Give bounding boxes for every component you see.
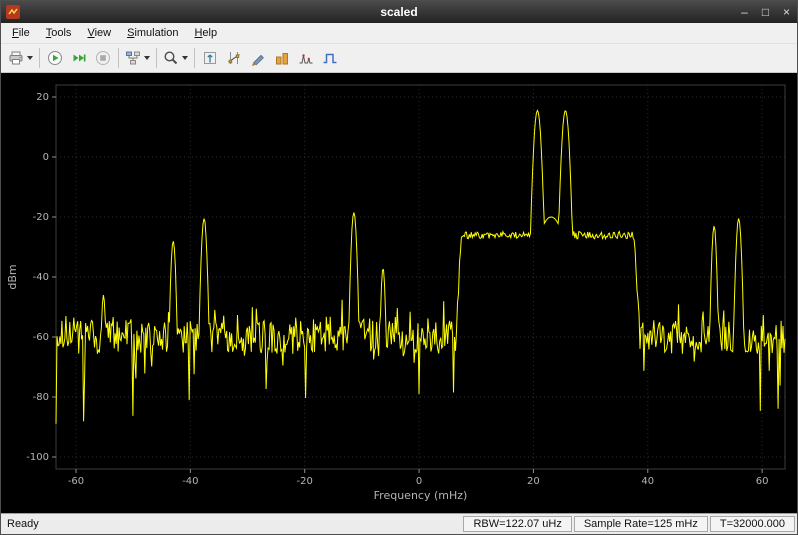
x-axis-label: Frequency (mHz) bbox=[374, 489, 468, 502]
stop-icon bbox=[95, 50, 111, 66]
zoom-button[interactable] bbox=[160, 46, 191, 70]
x-tick-label: -20 bbox=[297, 476, 313, 487]
channel-measurements-button[interactable] bbox=[270, 46, 294, 70]
menu-help[interactable]: Help bbox=[186, 24, 225, 42]
peak-finder-button[interactable] bbox=[246, 46, 270, 70]
orange-bars-icon bbox=[274, 50, 290, 66]
minimize-button[interactable]: – bbox=[734, 2, 755, 22]
statusbar: Ready RBW=122.07 uHz Sample Rate=125 mHz… bbox=[1, 513, 797, 534]
menu-file[interactable]: File bbox=[4, 24, 38, 42]
pencil-icon bbox=[250, 50, 266, 66]
scope-app-icon bbox=[6, 5, 20, 19]
menu-tools[interactable]: Tools bbox=[38, 24, 80, 42]
print-button[interactable] bbox=[5, 46, 36, 70]
y-tick-label: -80 bbox=[33, 392, 49, 403]
x-tick-label: -40 bbox=[182, 476, 198, 487]
printer-icon bbox=[8, 50, 24, 66]
menubar: File Tools View Simulation Help bbox=[1, 23, 797, 43]
status-rbw: RBW=122.07 uHz bbox=[463, 516, 571, 532]
axes-scaling-button[interactable] bbox=[198, 46, 222, 70]
run-button[interactable] bbox=[43, 46, 67, 70]
status-time: T=32000.000 bbox=[710, 516, 795, 532]
magnifier-icon bbox=[163, 50, 179, 66]
stop-button[interactable] bbox=[91, 46, 115, 70]
toolbar-separator bbox=[194, 48, 195, 68]
play-icon bbox=[47, 50, 63, 66]
menu-view[interactable]: View bbox=[79, 24, 119, 42]
dropdown-arrow-icon bbox=[144, 56, 150, 60]
toolbar-separator bbox=[39, 48, 40, 68]
y-tick-label: -40 bbox=[33, 272, 49, 283]
cursor-measurements-button[interactable] bbox=[222, 46, 246, 70]
y-tick-label: -100 bbox=[26, 452, 49, 463]
model-blocks-icon bbox=[125, 50, 141, 66]
x-tick-label: -60 bbox=[68, 476, 84, 487]
y-tick-label: 20 bbox=[36, 92, 49, 103]
spectral-mask-button[interactable] bbox=[318, 46, 342, 70]
toolbar-separator bbox=[118, 48, 119, 68]
y-axis-label: dBm bbox=[6, 264, 19, 289]
plot-area[interactable]: -60 -40 -20 0 20 40 60 20 0 -20 -40 -60 -80 -100 Frequ… bbox=[1, 73, 797, 513]
scale-axes-icon bbox=[202, 50, 218, 66]
y-tick-label: -20 bbox=[33, 212, 49, 223]
y-tick-label: -60 bbox=[33, 332, 49, 343]
mask-curve-icon bbox=[322, 50, 338, 66]
x-tick-label: 0 bbox=[416, 476, 422, 487]
toolbar-separator bbox=[156, 48, 157, 68]
spectrum-analyzer-window: scaled – □ × File Tools View Simulation … bbox=[0, 0, 798, 535]
status-ready: Ready bbox=[1, 518, 463, 530]
window-controls: – □ × bbox=[734, 2, 797, 22]
x-tick-label: 20 bbox=[527, 476, 540, 487]
dropdown-arrow-icon bbox=[27, 56, 33, 60]
step-forward-button[interactable] bbox=[67, 46, 91, 70]
plot-canvas[interactable]: -60 -40 -20 0 20 40 60 20 0 -20 -40 -60 -80 -100 Frequ… bbox=[1, 73, 797, 513]
cursors-icon bbox=[226, 50, 242, 66]
window-title: scaled bbox=[1, 5, 797, 19]
maximize-button[interactable]: □ bbox=[755, 2, 776, 22]
menu-simulation[interactable]: Simulation bbox=[119, 24, 186, 42]
x-tick-label: 40 bbox=[641, 476, 654, 487]
simulation-settings-button[interactable] bbox=[122, 46, 153, 70]
toolbar bbox=[1, 43, 797, 73]
titlebar[interactable]: scaled – □ × bbox=[1, 1, 797, 23]
y-tick-label: 0 bbox=[43, 152, 49, 163]
step-forward-icon bbox=[71, 50, 87, 66]
dropdown-arrow-icon bbox=[182, 56, 188, 60]
x-tick-label: 60 bbox=[756, 476, 769, 487]
distortion-measurements-button[interactable] bbox=[294, 46, 318, 70]
status-sample-rate: Sample Rate=125 mHz bbox=[574, 516, 708, 532]
peaks-plot-icon bbox=[298, 50, 314, 66]
close-button[interactable]: × bbox=[776, 2, 797, 22]
app-icon bbox=[6, 5, 20, 19]
